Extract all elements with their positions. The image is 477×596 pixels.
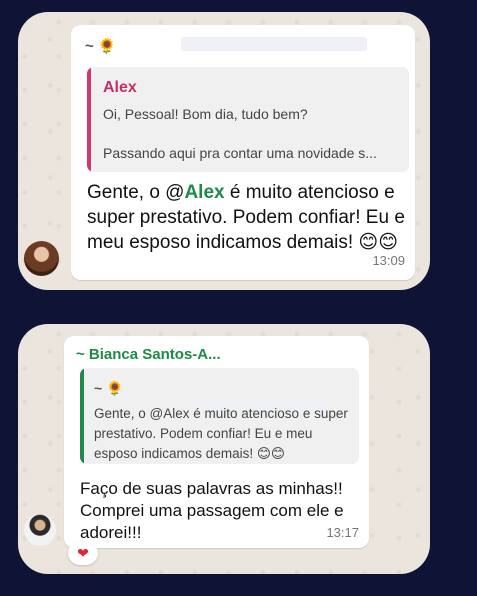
quote-text-line: Oi, Pessoal! Bom dia, tudo bem? xyxy=(103,106,308,122)
avatar[interactable] xyxy=(24,241,59,276)
mention-link[interactable]: Alex xyxy=(184,182,224,203)
quote-accent-bar xyxy=(87,67,91,172)
sender-name[interactable]: ~ Bianca Santos-A... xyxy=(76,346,221,363)
redacted-phone xyxy=(180,37,367,51)
message-time: 13:17 xyxy=(326,525,359,540)
chat-card-2: ~ Bianca Santos-A... ~ 🌻 Gente, o @Alex … xyxy=(18,324,430,574)
message-bubble[interactable]: ~ 🌻 Alex Oi, Pessoal! Bom dia, tudo bem?… xyxy=(71,25,415,280)
message-text: Gente, o @Alex é muito atencioso e super… xyxy=(87,182,405,253)
heart-reaction-icon[interactable]: ❤ xyxy=(68,541,98,565)
chat-card-1: ~ 🌻 Alex Oi, Pessoal! Bom dia, tudo bem?… xyxy=(18,12,430,290)
quoted-message[interactable]: ~ 🌻 Gente, o @Alex é muito atencioso e s… xyxy=(80,368,359,464)
quote-author: Alex xyxy=(103,79,137,96)
message-bubble[interactable]: ~ Bianca Santos-A... ~ 🌻 Gente, o @Alex … xyxy=(64,336,369,548)
quoted-message[interactable]: Alex Oi, Pessoal! Bom dia, tudo bem? Pas… xyxy=(87,67,409,172)
quote-accent-bar xyxy=(80,368,84,464)
message-time: 13:09 xyxy=(372,253,405,268)
sender-name: ~ 🌻 xyxy=(85,37,367,55)
avatar[interactable] xyxy=(24,514,56,546)
quote-text-line: Passando aqui pra contar uma novidade s.… xyxy=(103,145,377,161)
quote-text: Gente, o @Alex é muito atencioso e super… xyxy=(94,406,348,461)
